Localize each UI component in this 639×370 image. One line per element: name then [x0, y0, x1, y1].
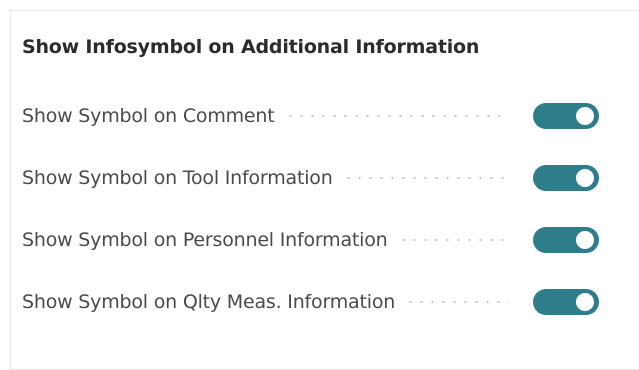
toggle-show-symbol-personnel-information[interactable]	[533, 227, 599, 253]
setting-row-tool-information: Show Symbol on Tool Information	[22, 161, 599, 195]
setting-row-qlty-meas-information: Show Symbol on Qlty Meas. Information	[22, 285, 599, 319]
dotted-leader	[405, 301, 509, 303]
setting-label-tool-information: Show Symbol on Tool Information	[22, 167, 333, 189]
toggle-show-symbol-qlty-meas-information[interactable]	[533, 289, 599, 315]
toggle-knob	[576, 169, 594, 187]
toggle-show-symbol-tool-information[interactable]	[533, 165, 599, 191]
section-title: Show Infosymbol on Additional Informatio…	[22, 36, 480, 58]
dotted-leader	[342, 177, 509, 179]
toggle-knob	[576, 107, 594, 125]
setting-label-comment: Show Symbol on Comment	[22, 105, 275, 127]
setting-row-personnel-information: Show Symbol on Personnel Information	[22, 223, 599, 257]
toggle-knob	[576, 231, 594, 249]
dotted-leader	[397, 239, 509, 241]
toggle-knob	[576, 293, 594, 311]
setting-label-qlty-meas-information: Show Symbol on Qlty Meas. Information	[22, 291, 396, 313]
setting-label-personnel-information: Show Symbol on Personnel Information	[22, 229, 388, 251]
dotted-leader	[284, 115, 509, 117]
toggle-show-symbol-comment[interactable]	[533, 103, 599, 129]
setting-row-comment: Show Symbol on Comment	[22, 99, 599, 133]
